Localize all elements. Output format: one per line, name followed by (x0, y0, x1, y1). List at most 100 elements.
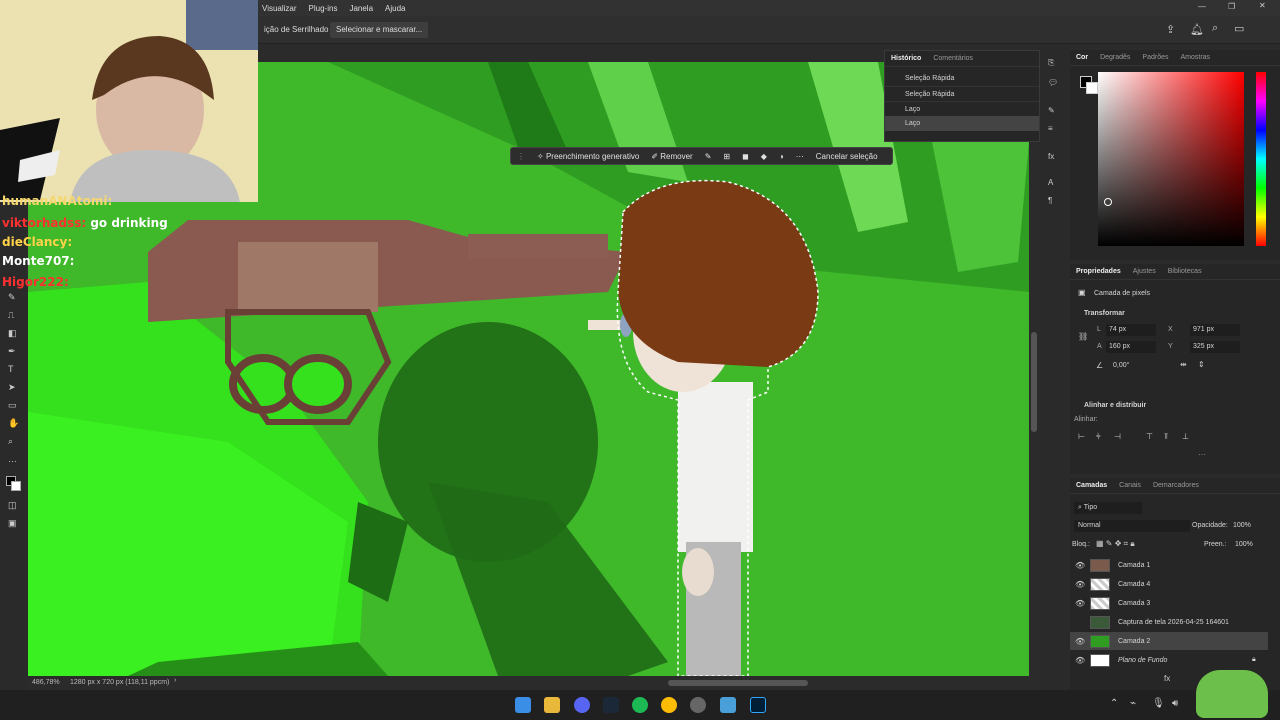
flip-horizontal-icon[interactable]: ⇹ (1180, 360, 1187, 369)
microphone-icon[interactable]: 🎙︎ (1152, 698, 1165, 709)
tab-color[interactable]: Cor (1070, 54, 1094, 61)
hand-tool-icon[interactable]: ✋ (8, 418, 19, 429)
search-icon[interactable]: ⌕ (1212, 22, 1218, 35)
more-options-icon[interactable]: ⋯ (790, 152, 810, 161)
height-field[interactable]: 160 px (1106, 341, 1156, 353)
zoom-tool-icon[interactable]: ⌕ (8, 436, 13, 447)
tab-adjustments[interactable]: Ajustes (1127, 268, 1162, 275)
visibility-eye-icon[interactable]: 👁︎ (1075, 580, 1085, 589)
tab-libraries[interactable]: Bibliotecas (1162, 268, 1208, 275)
tab-layers[interactable]: Camadas (1070, 482, 1113, 489)
align-center-h-icon[interactable]: ⫩ (1096, 432, 1101, 442)
fx-icon[interactable]: fx (1048, 152, 1054, 161)
type-tool-icon[interactable]: T (8, 364, 14, 374)
hue-slider[interactable] (1256, 72, 1266, 246)
cancel-selection-button[interactable]: Cancelar seleção (810, 152, 884, 161)
share-icon[interactable]: ⇪ (1166, 23, 1175, 36)
history-item[interactable]: Laço (885, 101, 1039, 116)
menu-plugins[interactable]: Plug-ins (309, 4, 338, 13)
align-top-icon[interactable]: ⊤ (1146, 432, 1153, 441)
tab-gradients[interactable]: Degradês (1094, 54, 1136, 61)
select-and-mask-button[interactable]: Selecionar e mascarar... (330, 22, 429, 38)
brush-settings-icon[interactable]: ✎ (1048, 106, 1055, 115)
align-bottom-icon[interactable]: ⊥ (1182, 432, 1189, 441)
brush-tool-icon[interactable]: ✎ (8, 292, 16, 303)
comments-icon[interactable]: 💬︎ (1048, 78, 1058, 87)
layer-row[interactable]: Captura de tela 2026-04-25 164601 (1070, 613, 1270, 631)
fill-field[interactable]: 100% (1232, 539, 1266, 551)
minimize-icon[interactable]: — (1198, 2, 1206, 11)
more-align-icon[interactable]: ⋯ (1198, 450, 1206, 459)
x-field[interactable]: 971 px (1190, 324, 1240, 336)
vertical-scroll-thumb[interactable] (1031, 332, 1037, 432)
horizontal-scrollbar[interactable] (668, 680, 808, 686)
chrome-icon[interactable] (661, 697, 677, 713)
zoom-level[interactable]: 486,78% (32, 679, 60, 686)
history-item[interactable]: Seleção Rápida (885, 86, 1039, 101)
drag-handle-icon[interactable]: ⋮ (511, 152, 531, 161)
maximize-icon[interactable]: ❐ (1228, 2, 1235, 11)
layer-row-selected[interactable]: 👁︎ Camada 2 (1070, 632, 1268, 650)
adjustment-icon[interactable]: ◑ (773, 152, 790, 161)
fill-icon[interactable]: ◆ (755, 152, 773, 161)
history-panel-icon[interactable]: ⎘ (1048, 58, 1054, 68)
visibility-eye-icon[interactable]: 👁︎ (1075, 561, 1085, 570)
character-panel-icon[interactable]: A (1048, 178, 1053, 187)
network-icon[interactable]: ⌁ (1130, 698, 1136, 709)
y-field[interactable]: 325 px (1190, 341, 1240, 353)
history-item-selected[interactable]: Laço (885, 116, 1039, 131)
layer-row[interactable]: 👁︎ Camada 3 (1070, 594, 1270, 612)
tab-patterns[interactable]: Padrões (1136, 54, 1174, 61)
angle-field[interactable]: 0,00° (1110, 360, 1158, 372)
opacity-field[interactable]: 100% (1230, 520, 1264, 532)
lock-icon[interactable]: ▦ ✎ ✥ ⌗ 🔒︎ (1096, 539, 1135, 549)
screen-mode-icon[interactable]: ▣ (8, 518, 17, 529)
windows-start-icon[interactable] (515, 697, 531, 713)
volume-icon[interactable]: 🔊︎ (1172, 698, 1178, 709)
stamp-tool-icon[interactable]: ⎍ (8, 310, 14, 321)
layer-row[interactable]: 👁︎ Plano de Fundo 🔒︎ (1070, 651, 1270, 669)
vertical-scrollbar[interactable] (1029, 62, 1039, 676)
transform-icon[interactable]: ⊞ (717, 152, 736, 161)
color-picker-cursor[interactable] (1104, 198, 1112, 206)
paragraph-panel-icon[interactable]: ¶ (1048, 196, 1052, 205)
pen-tool-icon[interactable]: ✒ (8, 346, 16, 357)
antialias-label[interactable]: ição de Serrilhado (258, 22, 334, 38)
background-color-swatch[interactable] (11, 481, 21, 491)
steam-icon[interactable] (603, 697, 619, 713)
spotify-icon[interactable] (632, 697, 648, 713)
discord-icon[interactable] (574, 697, 590, 713)
tab-channels[interactable]: Canais (1113, 482, 1147, 489)
layer-fx-icon[interactable]: fx (1164, 674, 1170, 683)
path-select-icon[interactable]: ➤ (8, 382, 16, 393)
align-middle-icon[interactable]: ⫪ (1164, 432, 1169, 442)
menu-janela[interactable]: Janela (349, 4, 373, 13)
sliders-icon[interactable]: ≡ (1048, 124, 1053, 133)
layer-row[interactable]: 👁︎ Camada 1 (1070, 556, 1270, 574)
tab-paths[interactable]: Demarcadores (1147, 482, 1205, 489)
mask-icon[interactable]: ◼ (736, 152, 755, 161)
file-explorer-icon[interactable] (544, 697, 560, 713)
menu-visualizar[interactable]: Visualizar (262, 4, 297, 13)
shape-tool-icon[interactable]: ▭ (8, 400, 17, 411)
bg-color-chip[interactable] (1086, 82, 1098, 94)
width-field[interactable]: 74 px (1106, 324, 1156, 336)
menu-ajuda[interactable]: Ajuda (385, 4, 405, 13)
tab-history[interactable]: Histórico (885, 55, 927, 62)
link-icon[interactable]: ⛓ (1078, 332, 1088, 341)
tab-comments[interactable]: Comentários (927, 55, 979, 62)
tab-properties[interactable]: Propriedades (1070, 268, 1127, 275)
close-icon[interactable]: ✕ (1259, 1, 1266, 10)
photoshop-icon[interactable] (750, 697, 766, 713)
tray-chevron-icon[interactable]: ⌃ (1110, 698, 1118, 709)
align-left-icon[interactable]: ⊢ (1078, 432, 1085, 441)
flip-vertical-icon[interactable]: ⇕ (1198, 360, 1205, 369)
history-item[interactable]: Seleção Rápida (885, 71, 1039, 86)
app-icon[interactable] (720, 697, 736, 713)
visibility-eye-icon[interactable]: 👁︎ (1075, 599, 1085, 608)
obs-icon[interactable] (690, 697, 706, 713)
modify-selection-icon[interactable]: ✎ (699, 152, 718, 161)
blend-mode-select[interactable]: Normal (1074, 520, 1190, 532)
align-right-icon[interactable]: ⊣ (1114, 432, 1121, 441)
status-chevron-icon[interactable]: › (174, 677, 176, 684)
